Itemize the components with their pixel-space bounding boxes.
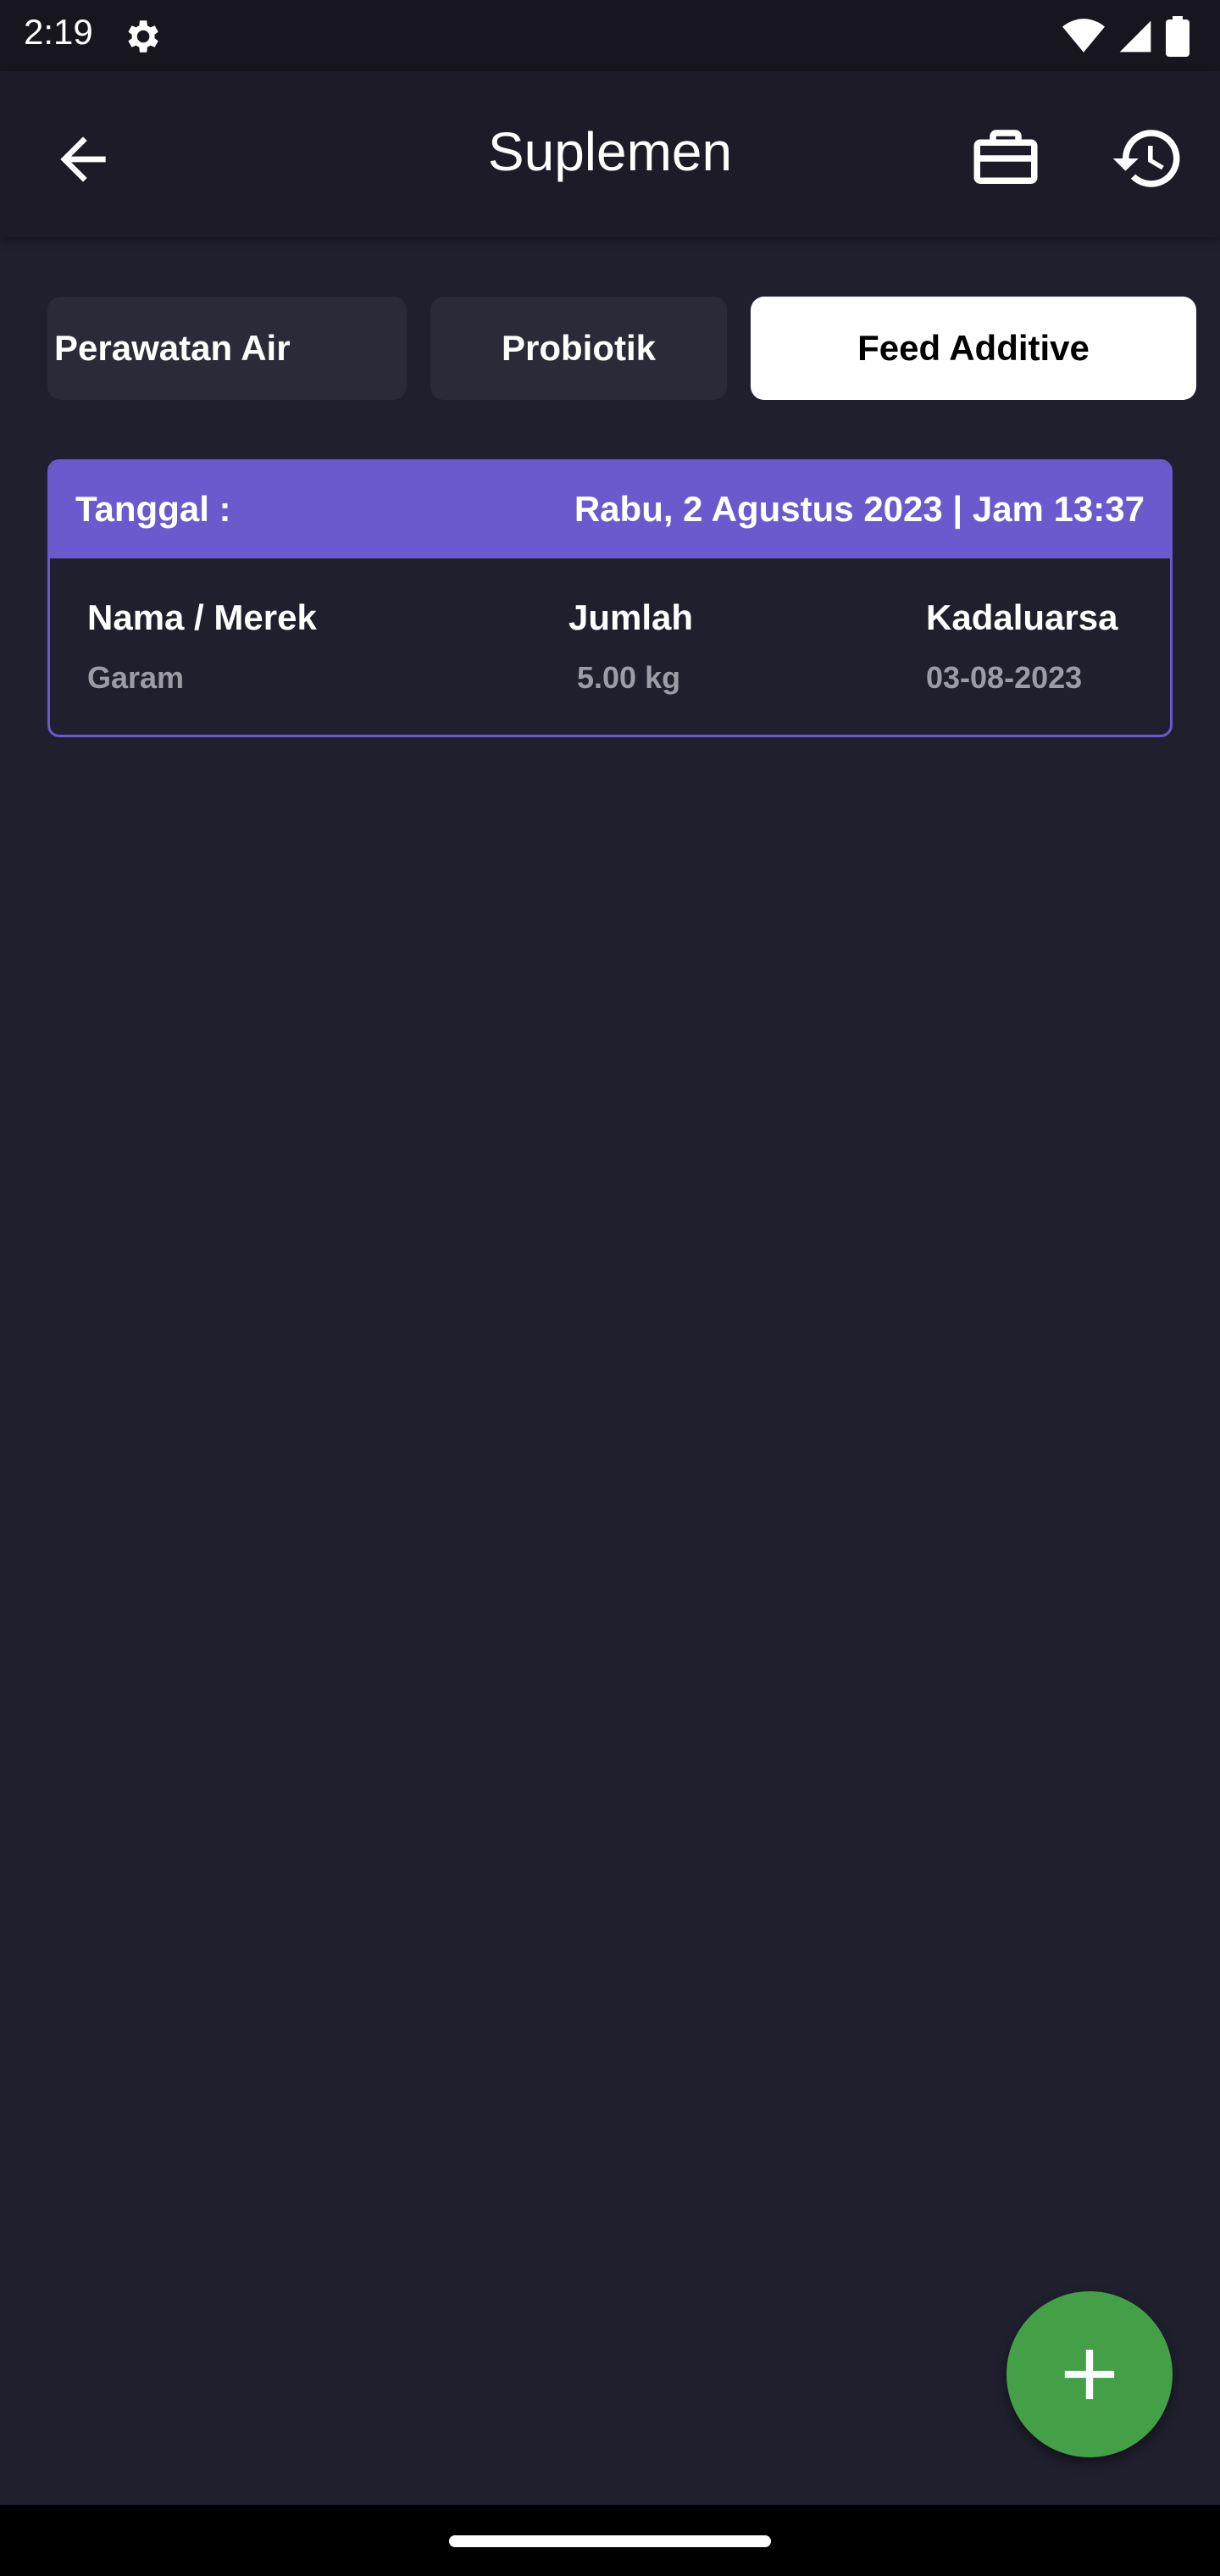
signal-icon [1119, 20, 1151, 53]
column-expiry-header: Kadaluarsa [926, 597, 1118, 637]
date-label: Tanggal : [75, 489, 231, 529]
status-bar: 2:19 [0, 0, 1220, 71]
tab-probiotik[interactable]: Probiotik [430, 297, 727, 400]
column-expiry-value: 03-08-2023 [926, 660, 1083, 695]
card-header: Tanggal : Rabu, 2 Agustus 2023 | Jam 13:… [50, 462, 1170, 558]
tab-label: Feed Additive [857, 328, 1090, 368]
tab-label: Perawatan Air [54, 328, 291, 368]
supplement-record-card[interactable]: Tanggal : Rabu, 2 Agustus 2023 | Jam 13:… [47, 459, 1173, 737]
home-gesture-handle[interactable] [449, 2535, 771, 2547]
history-icon[interactable] [1110, 120, 1186, 197]
plus-icon [1064, 2349, 1115, 2400]
battery-icon [1166, 16, 1190, 57]
tab-perawatan-air[interactable]: Perawatan Air [47, 297, 407, 400]
system-nav-bar [0, 2505, 1220, 2576]
status-time: 2:19 [24, 12, 93, 52]
column-name-value: Garam [87, 660, 185, 695]
column-name-header: Nama / Merek [87, 597, 317, 637]
column-amount-header: Jumlah [568, 597, 694, 637]
gear-icon [128, 20, 158, 53]
app-bar: Suplemen [0, 71, 1220, 237]
add-button[interactable] [1006, 2291, 1173, 2457]
wifi-icon [1062, 19, 1105, 53]
tab-feed-additive[interactable]: Feed Additive [751, 297, 1196, 400]
date-value: Rabu, 2 Agustus 2023 | Jam 13:37 [574, 489, 1145, 529]
tab-label: Probiotik [501, 328, 656, 368]
category-tabs: Perawatan Air Probiotik Feed Additive [0, 297, 1220, 400]
briefcase-icon[interactable] [968, 120, 1044, 197]
column-amount-value: 5.00 kg [577, 660, 681, 695]
